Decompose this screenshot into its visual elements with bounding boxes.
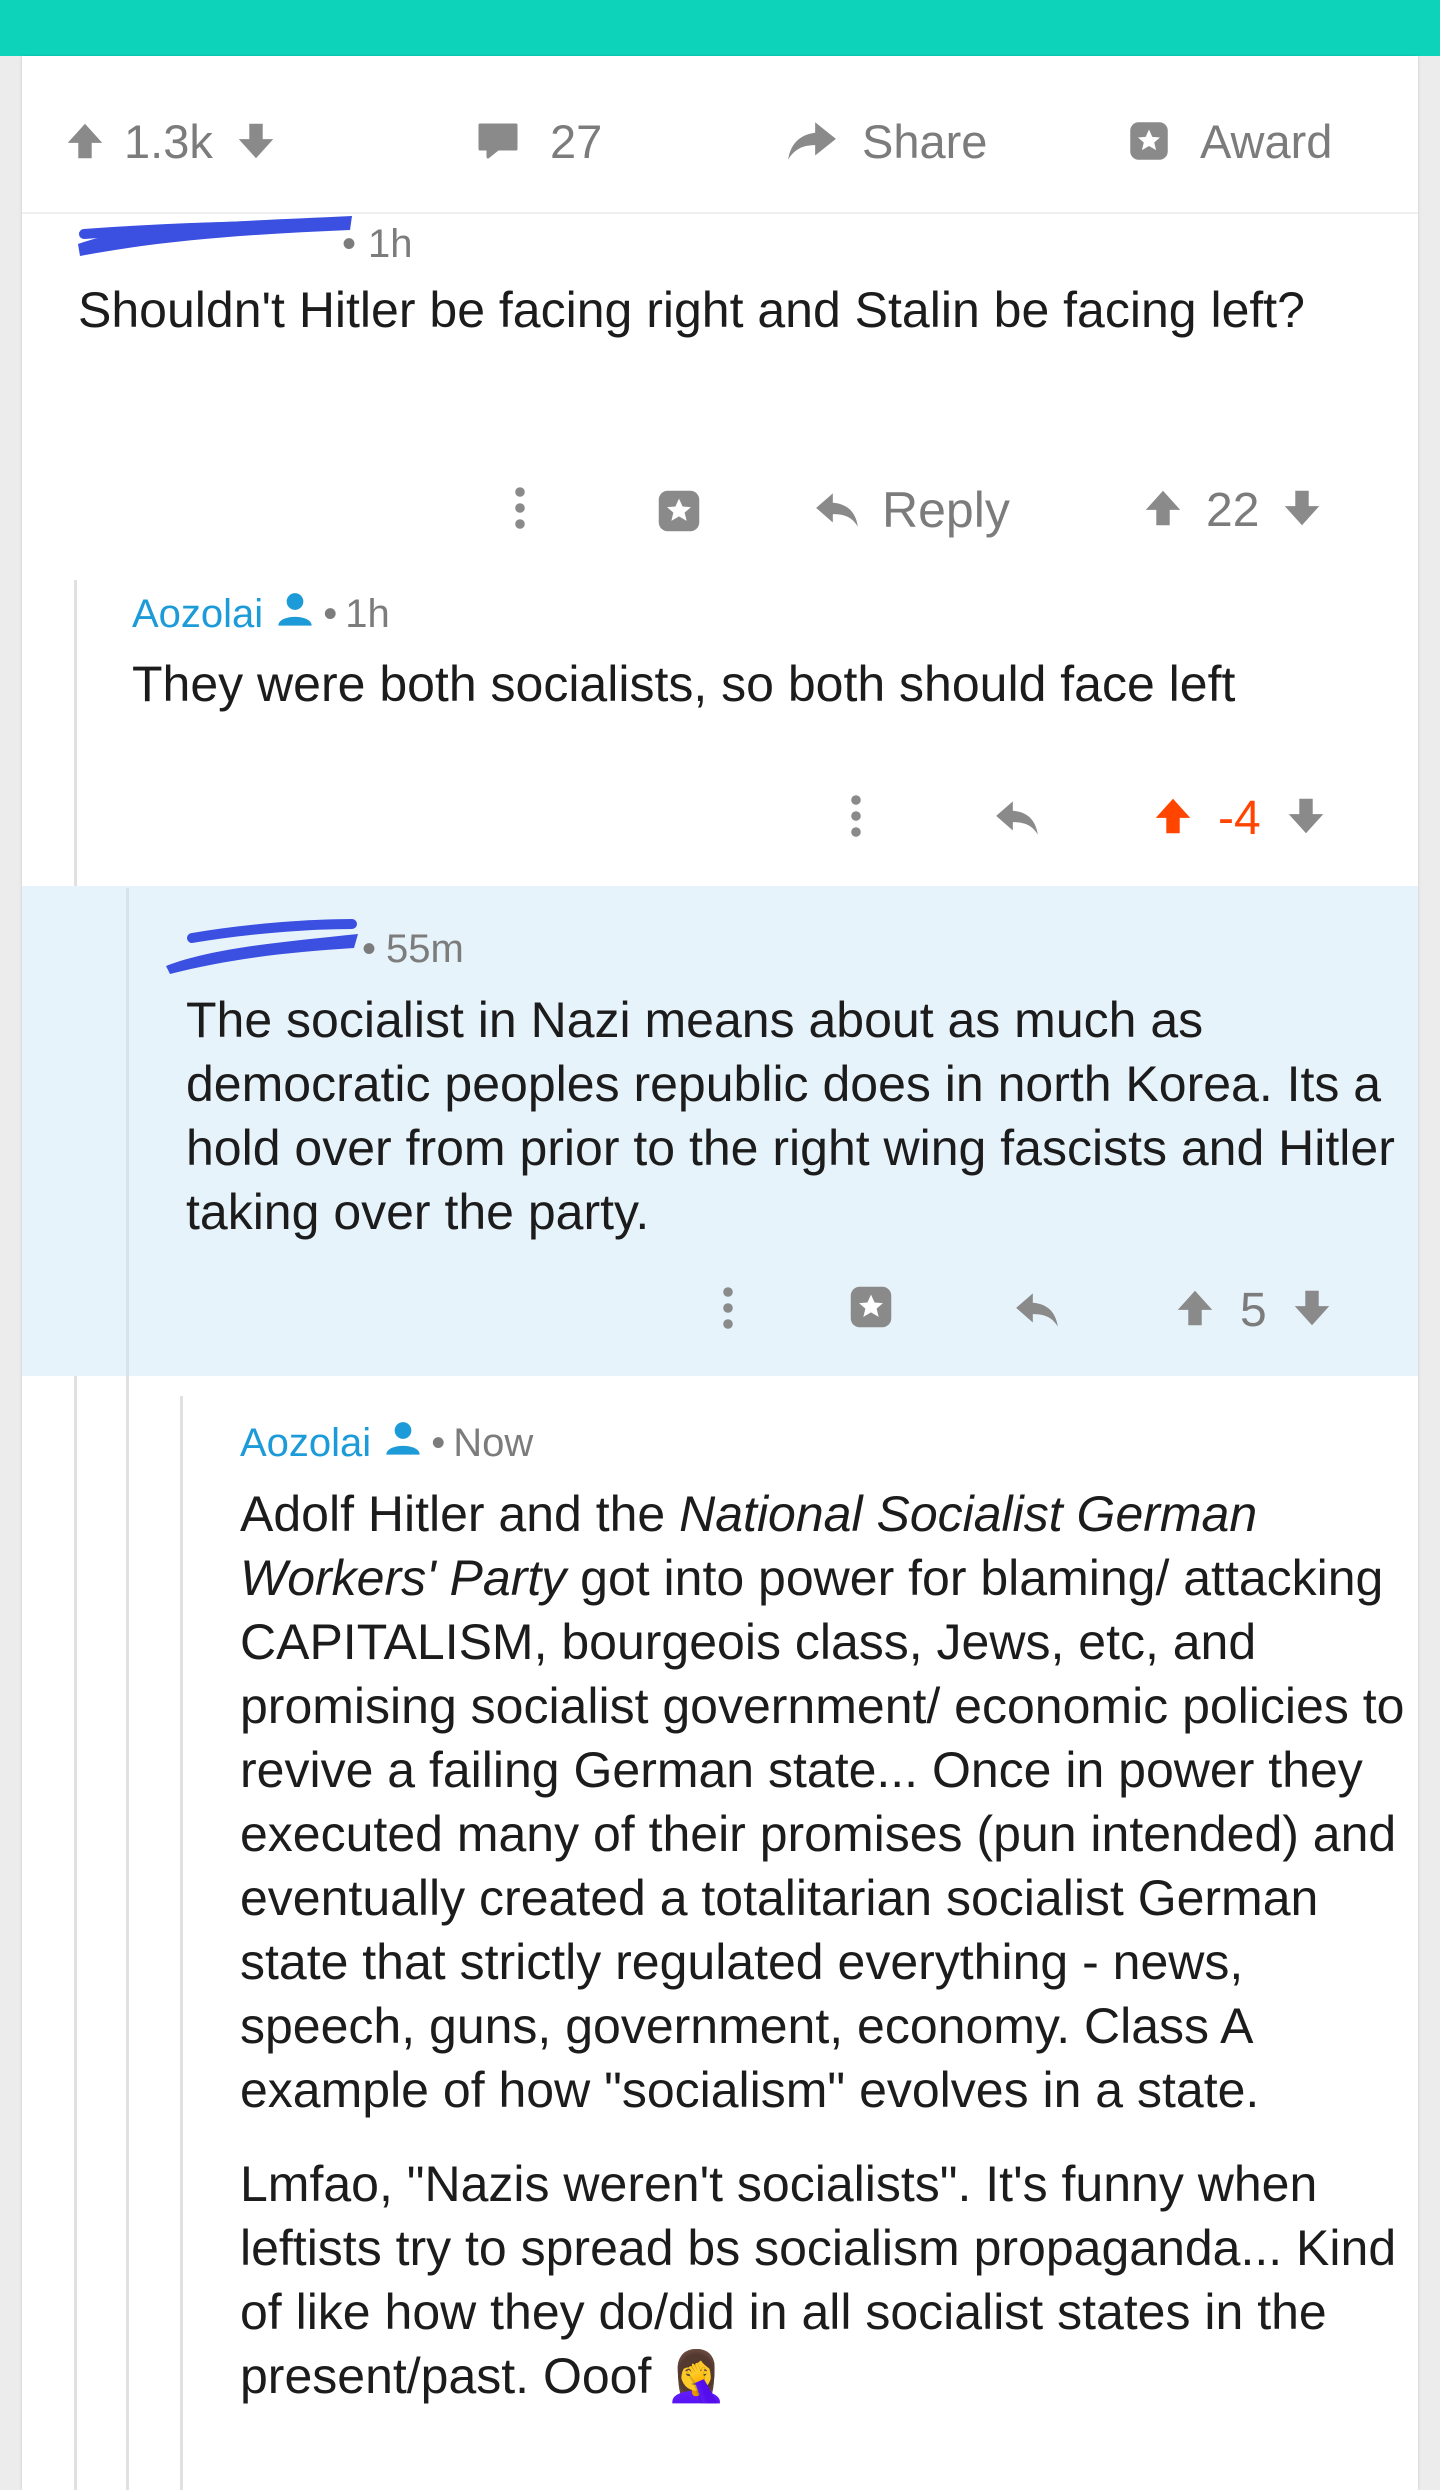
more-options-icon[interactable]: [826, 776, 886, 856]
thread-line-level-2: [126, 888, 129, 1376]
comment-2-score: -4: [1218, 791, 1261, 845]
more-options-icon[interactable]: [698, 1268, 758, 1348]
comment-2-vote-group: -4: [1150, 778, 1329, 858]
comment-1-vote-group: 22: [1140, 470, 1325, 550]
downvote-icon[interactable]: [233, 118, 279, 164]
share-arrow-icon: [784, 118, 838, 164]
comment-2-author[interactable]: Aozolai: [132, 592, 263, 637]
meta-dot: •: [323, 591, 338, 636]
comment-1-score: 22: [1206, 483, 1260, 537]
reply-label: Reply: [882, 482, 1010, 538]
comment-4-author[interactable]: Aozolai: [240, 1421, 371, 1466]
comment-4-paragraph-2: Lmfao, "Nazis weren't socialists". It's …: [240, 2152, 1408, 2408]
comment-thread-panel: 1.3k 27 Share Award • 1h Shouldn't Hitle…: [22, 56, 1418, 2490]
comments-button[interactable]: 27: [474, 96, 602, 186]
upvote-icon[interactable]: [1172, 1285, 1218, 1336]
post-upvote-count: 1.3k: [124, 114, 213, 168]
comment-count: 27: [550, 114, 603, 168]
comment-4-age: Now: [453, 1420, 534, 1465]
top-accent-bar: [0, 0, 1440, 56]
upvote-icon[interactable]: [1140, 485, 1186, 536]
downvote-icon[interactable]: [1289, 1285, 1335, 1336]
op-user-icon: [275, 589, 315, 639]
upvote-icon[interactable]: [62, 118, 108, 164]
comment-3-score: 5: [1240, 1283, 1267, 1337]
downvote-icon[interactable]: [1279, 485, 1325, 536]
share-button[interactable]: Share: [784, 96, 987, 186]
comment-3-body: The socialist in Nazi means about as muc…: [186, 992, 1395, 1240]
meta-dot: •: [362, 926, 377, 971]
comment-4-text: Adolf Hitler and the: [240, 1486, 680, 1542]
comment-2-meta: Aozolai • 1h: [132, 578, 390, 650]
comment-4-text: got into power for blaming/ attacking CA…: [240, 1550, 1405, 2118]
comment-2-age: 1h: [345, 591, 390, 636]
comment-4-body: Adolf Hitler and the National Socialist …: [240, 1482, 1408, 2408]
thread-line-level-2: [126, 1376, 129, 2490]
share-label: Share: [862, 114, 988, 168]
award-icon[interactable]: [836, 1272, 906, 1342]
reply-arrow-icon: [816, 493, 858, 527]
comment-4-text: Lmfao, "Nazis weren't socialists". It's …: [240, 2156, 1397, 2404]
award-button[interactable]: Award: [1124, 96, 1332, 186]
more-options-icon[interactable]: [490, 468, 550, 548]
reply-button[interactable]: Reply: [812, 470, 1010, 550]
award-icon[interactable]: [644, 476, 714, 546]
comment-1-body: Shouldn't Hitler be facing right and Sta…: [78, 282, 1305, 338]
upvote-icon-active[interactable]: [1150, 793, 1196, 844]
redaction-scribble: [166, 919, 358, 974]
comment-4-meta: Aozolai • Now: [240, 1412, 533, 1474]
facepalm-emoji: 🤦‍♀️: [665, 2347, 728, 2405]
thread-line-level-1: [74, 580, 77, 2490]
reply-icon[interactable]: [1002, 1270, 1072, 1350]
thread-line-level-3: [180, 1396, 183, 2490]
award-icon: [1124, 116, 1174, 166]
comment-4-paragraph-1: Adolf Hitler and the National Socialist …: [240, 1482, 1408, 2122]
reply-icon[interactable]: [982, 778, 1052, 858]
meta-dot: •: [431, 1420, 446, 1465]
comment-1-age: 1h: [368, 221, 413, 266]
award-label: Award: [1200, 114, 1333, 168]
post-vote-group: 1.3k: [62, 96, 279, 186]
comment-bubble-icon: [474, 117, 522, 165]
comment-2-body: They were both socialists, so both shoul…: [132, 656, 1236, 712]
post-action-bar: 1.3k 27 Share Award: [22, 96, 1418, 186]
downvote-icon[interactable]: [1283, 793, 1329, 844]
op-user-icon: [383, 1418, 423, 1468]
comment-3-vote-group: 5: [1172, 1270, 1335, 1350]
comment-3-age: 55m: [386, 926, 464, 971]
redaction-scribble: [78, 216, 352, 256]
